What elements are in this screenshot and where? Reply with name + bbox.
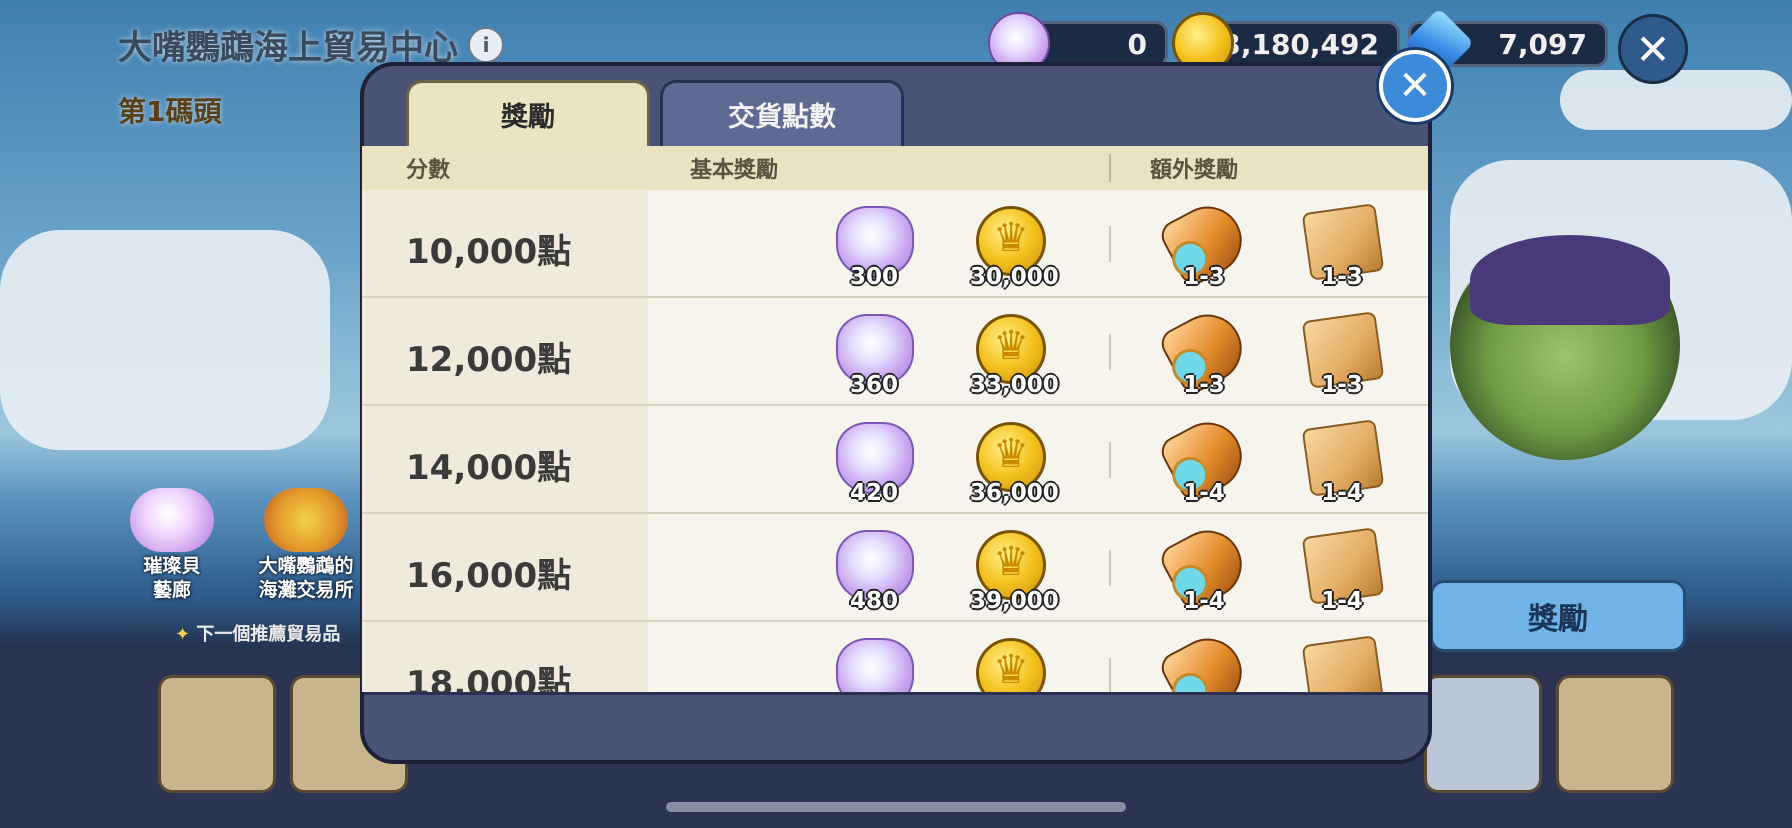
shortcut-label: 藝廊 — [152, 579, 191, 601]
reward-qty: 1-4 — [1321, 588, 1363, 614]
coin-amount: 3,180,492 — [1221, 27, 1379, 61]
table-header: 分數 基本獎勵 額外獎勵 — [362, 146, 1428, 190]
reward-qty: 36,000 — [970, 480, 1059, 506]
shell-currency[interactable]: 0 — [1030, 21, 1168, 67]
reward-qty: 1-3 — [1321, 264, 1363, 290]
tab-delivery-points[interactable]: 交貨點數 — [660, 80, 904, 146]
column-header-score: 分數 — [406, 158, 451, 183]
spyglass-reward[interactable]: 1-4 — [1156, 518, 1254, 614]
divider — [1109, 442, 1111, 478]
score-value: 10,000點 — [406, 232, 572, 272]
map-reward[interactable]: 1-4 — [1300, 419, 1385, 506]
dock-label: 第1碼頭 — [118, 95, 222, 128]
trade-slot[interactable] — [1424, 675, 1542, 793]
info-icon[interactable]: i — [468, 26, 504, 63]
beach-exchange-shortcut[interactable]: 大嘴鸚鵡的 海灘交易所 — [250, 488, 362, 602]
reward-qty: 1-4 — [1321, 480, 1363, 506]
reward-button[interactable]: 獎勵 — [1430, 580, 1686, 652]
column-header-base: 基本獎勵 — [690, 158, 779, 183]
trade-slot[interactable] — [1556, 675, 1674, 793]
pirate-hat — [1470, 235, 1670, 325]
modal-close-icon[interactable]: ✕ — [1379, 50, 1451, 122]
score-value: 18,000點 — [406, 664, 572, 692]
table-row: 10,000點 300 30,000 1-3 1-3 — [362, 190, 1428, 298]
map-reward[interactable]: 1-3 — [1300, 311, 1385, 398]
shell-reward[interactable] — [832, 638, 916, 692]
reward-table[interactable]: 分數 基本獎勵 額外獎勵 10,000點 300 30,000 1-3 1-3 … — [362, 146, 1428, 692]
coin-reward[interactable]: 30,000 — [970, 206, 1059, 290]
table-row: 14,000點 420 36,000 1-4 1-4 — [362, 406, 1428, 514]
spyglass-reward[interactable]: 1-4 — [1156, 410, 1254, 506]
reward-qty: 33,000 — [970, 372, 1059, 398]
coin-reward[interactable]: 33,000 — [970, 314, 1059, 398]
coin-reward[interactable] — [970, 638, 1054, 692]
sparkle-icon: ✦ — [175, 624, 191, 645]
column-header-extra: 額外獎勵 — [1150, 158, 1239, 183]
score-value: 16,000點 — [406, 556, 572, 596]
spyglass-icon — [1156, 626, 1254, 692]
map-reward[interactable]: 1-4 — [1300, 527, 1385, 614]
shortcut-label: 海灘交易所 — [258, 579, 354, 601]
modal-footer — [364, 692, 1428, 759]
tab-rewards[interactable]: 獎勵 — [406, 80, 650, 146]
shortcut-label: 璀璨貝 — [143, 555, 201, 577]
coin-icon — [976, 638, 1046, 692]
divider — [1109, 658, 1111, 692]
score-value: 14,000點 — [406, 448, 572, 488]
trade-slot[interactable] — [158, 675, 276, 793]
shell-reward[interactable]: 420 — [832, 422, 916, 506]
spyglass-reward[interactable]: 1-3 — [1156, 302, 1254, 398]
reward-qty: 1-3 — [1183, 264, 1225, 290]
reward-qty: 1-4 — [1183, 588, 1225, 614]
shell-reward[interactable]: 360 — [832, 314, 916, 398]
table-rows: 10,000點 300 30,000 1-3 1-3 12,000點 360 3… — [362, 190, 1428, 692]
reward-qty: 30,000 — [970, 264, 1059, 290]
reward-qty: 480 — [849, 588, 898, 614]
shell-icon — [836, 638, 914, 692]
reward-qty: 360 — [849, 372, 898, 398]
divider — [1109, 226, 1111, 262]
parrot-icon — [264, 488, 348, 552]
recommend-label: ✦ 下一個推薦貿易品 — [175, 624, 341, 645]
map-reward[interactable]: 1-3 — [1300, 203, 1385, 290]
cloud — [1560, 70, 1792, 130]
shell-reward[interactable]: 300 — [832, 206, 916, 290]
reward-qty: 39,000 — [970, 588, 1059, 614]
reward-qty: 1-4 — [1183, 480, 1225, 506]
spyglass-reward[interactable] — [1156, 626, 1254, 692]
treasure-map-icon — [1301, 635, 1385, 692]
reward-qty: 300 — [849, 264, 898, 290]
divider — [1109, 334, 1111, 370]
spyglass-reward[interactable]: 1-3 — [1156, 194, 1254, 290]
close-icon[interactable]: ✕ — [1618, 14, 1688, 84]
shell-gallery-shortcut[interactable]: 璀璨貝 藝廊 — [122, 488, 222, 602]
reward-qty: 1-3 — [1183, 372, 1225, 398]
reward-qty: 420 — [849, 480, 898, 506]
home-indicator — [666, 802, 1126, 812]
crystal-amount: 7,097 — [1498, 27, 1587, 61]
shell-reward[interactable]: 480 — [832, 530, 916, 614]
shell-amount: 0 — [1127, 27, 1147, 61]
score-value: 12,000點 — [406, 340, 572, 380]
table-row: 16,000點 480 39,000 1-4 1-4 — [362, 514, 1428, 622]
divider — [1109, 550, 1111, 586]
coin-reward[interactable]: 39,000 — [970, 530, 1059, 614]
coin-reward[interactable]: 36,000 — [970, 422, 1059, 506]
shell-gallery-icon — [130, 488, 214, 552]
shortcut-label: 大嘴鸚鵡的 — [258, 555, 354, 577]
reward-qty: 1-3 — [1321, 372, 1363, 398]
cloud — [0, 230, 330, 450]
divider — [1109, 154, 1111, 182]
table-row: 18,000點 — [362, 622, 1428, 692]
map-reward[interactable] — [1300, 635, 1385, 692]
table-row: 12,000點 360 33,000 1-3 1-3 — [362, 298, 1428, 406]
